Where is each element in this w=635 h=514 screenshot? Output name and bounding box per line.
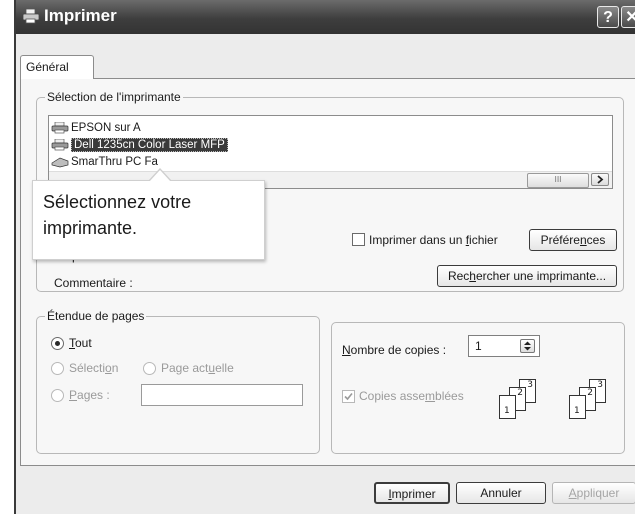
print-to-file-label: Imprimer dans un fichier (369, 233, 498, 247)
copies-count-input[interactable]: 1 (468, 335, 540, 357)
preferences-button[interactable]: Préférences (529, 229, 617, 251)
window-title: Imprimer (44, 6, 117, 25)
printer-selection-legend: Sélection de l'imprimante (45, 90, 183, 104)
find-printer-button[interactable]: Rechercher une imprimante... (437, 265, 617, 287)
printer-name: EPSON sur A (71, 122, 141, 134)
fax-icon (51, 156, 69, 168)
radio-pages[interactable] (51, 389, 64, 402)
radio-selection-label: Sélection (69, 361, 119, 375)
scrollbar-thumb[interactable]: III (527, 173, 589, 188)
close-button[interactable]: ✕ (621, 6, 635, 28)
radio-pages-label: Pages : (69, 388, 110, 402)
page-range-legend: Étendue de pages (45, 309, 147, 323)
cancel-button[interactable]: Annuler (456, 482, 546, 504)
radio-current-page-label: Page actuelle (161, 361, 234, 375)
collate-checkbox[interactable] (342, 390, 355, 403)
title-bar[interactable]: Imprimer ? ✕ (16, 0, 635, 34)
printer-list[interactable]: EPSON sur A Dell 1235cn Color Laser MFP … (48, 115, 613, 189)
collate-label: Copies assemblées (359, 389, 464, 403)
apply-button[interactable]: Appliquer (552, 482, 635, 504)
pages-input[interactable] (141, 384, 303, 406)
chevron-right-icon (597, 175, 604, 184)
comment-label: Commentaire : (54, 276, 133, 290)
tab-general[interactable]: Général (20, 55, 94, 79)
list-item[interactable]: EPSON sur A (51, 120, 141, 136)
copies-count-label: Nombre de copies : (342, 343, 447, 357)
printer-name: Dell 1235cn Color Laser MFP (71, 138, 228, 152)
spinner-arrows-icon (524, 341, 531, 351)
help-button[interactable]: ? (597, 6, 619, 28)
radio-selection[interactable] (51, 362, 64, 375)
printer-icon (51, 121, 69, 134)
tab-panel-general: Sélection de l'imprimante EPSON sur A De… (20, 78, 635, 466)
scroll-right-button[interactable] (591, 173, 609, 186)
print-button[interactable]: Imprimer (374, 482, 450, 504)
tooltip-text: Sélectionnez votre imprimante. (43, 192, 192, 238)
print-to-file-checkbox[interactable] (352, 233, 365, 246)
radio-all[interactable] (51, 337, 64, 350)
printer-name: SmarThru PC Fa (71, 156, 158, 168)
collated-pages-icon: 3 2 1 (569, 377, 629, 421)
radio-current-page[interactable] (143, 362, 156, 375)
checkmark-icon (344, 392, 353, 401)
printer-icon (22, 8, 40, 24)
copies-count-value: 1 (475, 339, 482, 353)
select-printer-tooltip: Sélectionnez votre imprimante. (32, 168, 265, 260)
copies-spinner[interactable] (520, 339, 535, 353)
collated-pages-icon: 3 2 1 (499, 377, 559, 421)
radio-all-label: Tout (69, 336, 92, 350)
list-item[interactable]: Dell 1235cn Color Laser MFP (51, 137, 228, 153)
printer-icon (51, 138, 69, 151)
list-item[interactable]: SmarThru PC Fa (51, 154, 158, 170)
